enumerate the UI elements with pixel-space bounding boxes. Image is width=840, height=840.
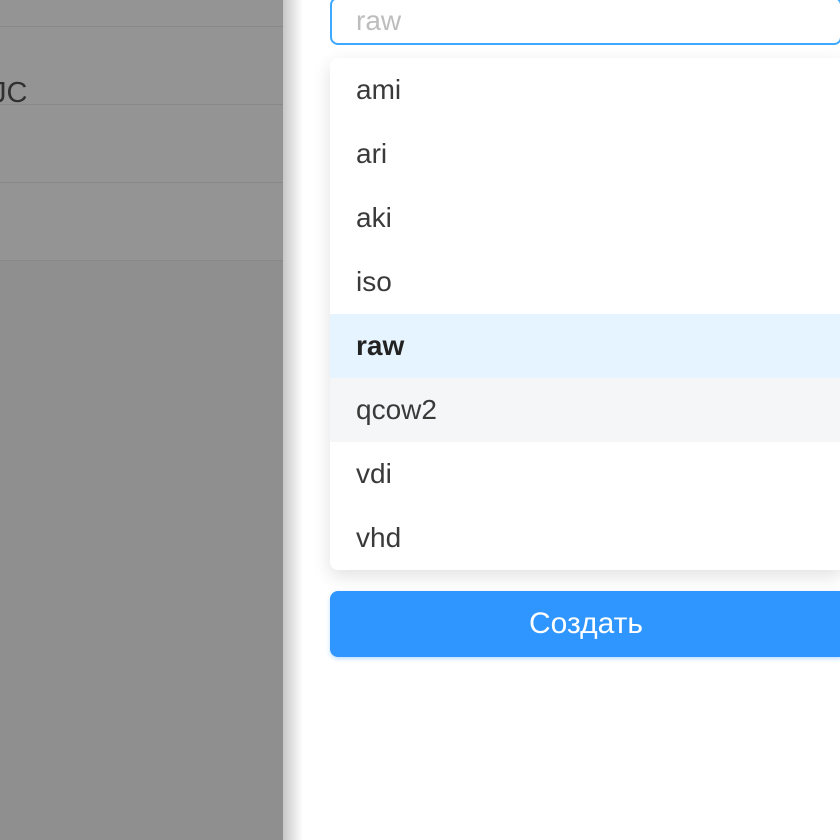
format-option-vhd[interactable]: vhd <box>330 506 840 570</box>
format-option-label: raw <box>356 330 404 362</box>
format-option-label: vdi <box>356 458 392 490</box>
format-option-label: vhd <box>356 522 401 554</box>
format-option-ami[interactable]: ami <box>330 58 840 122</box>
create-button-label: Создать <box>529 607 643 641</box>
format-option-ari[interactable]: ari <box>330 122 840 186</box>
format-option-qcow2[interactable]: qcow2 <box>330 378 840 442</box>
format-select-placeholder: raw <box>356 5 401 37</box>
format-option-label: qcow2 <box>356 394 437 426</box>
format-option-label: ami <box>356 74 401 106</box>
format-option-label: iso <box>356 266 392 298</box>
format-option-label: aki <box>356 202 392 234</box>
modal-backdrop-overlay <box>0 0 283 840</box>
format-option-raw[interactable]: raw <box>330 314 840 378</box>
format-option-aki[interactable]: aki <box>330 186 840 250</box>
create-button[interactable]: Создать <box>330 591 840 657</box>
format-select-input[interactable]: raw <box>330 0 840 45</box>
format-dropdown: ami ari aki iso raw qcow2 vdi vhd <box>330 58 840 570</box>
format-option-iso[interactable]: iso <box>330 250 840 314</box>
format-option-vdi[interactable]: vdi <box>330 442 840 506</box>
format-option-label: ari <box>356 138 387 170</box>
